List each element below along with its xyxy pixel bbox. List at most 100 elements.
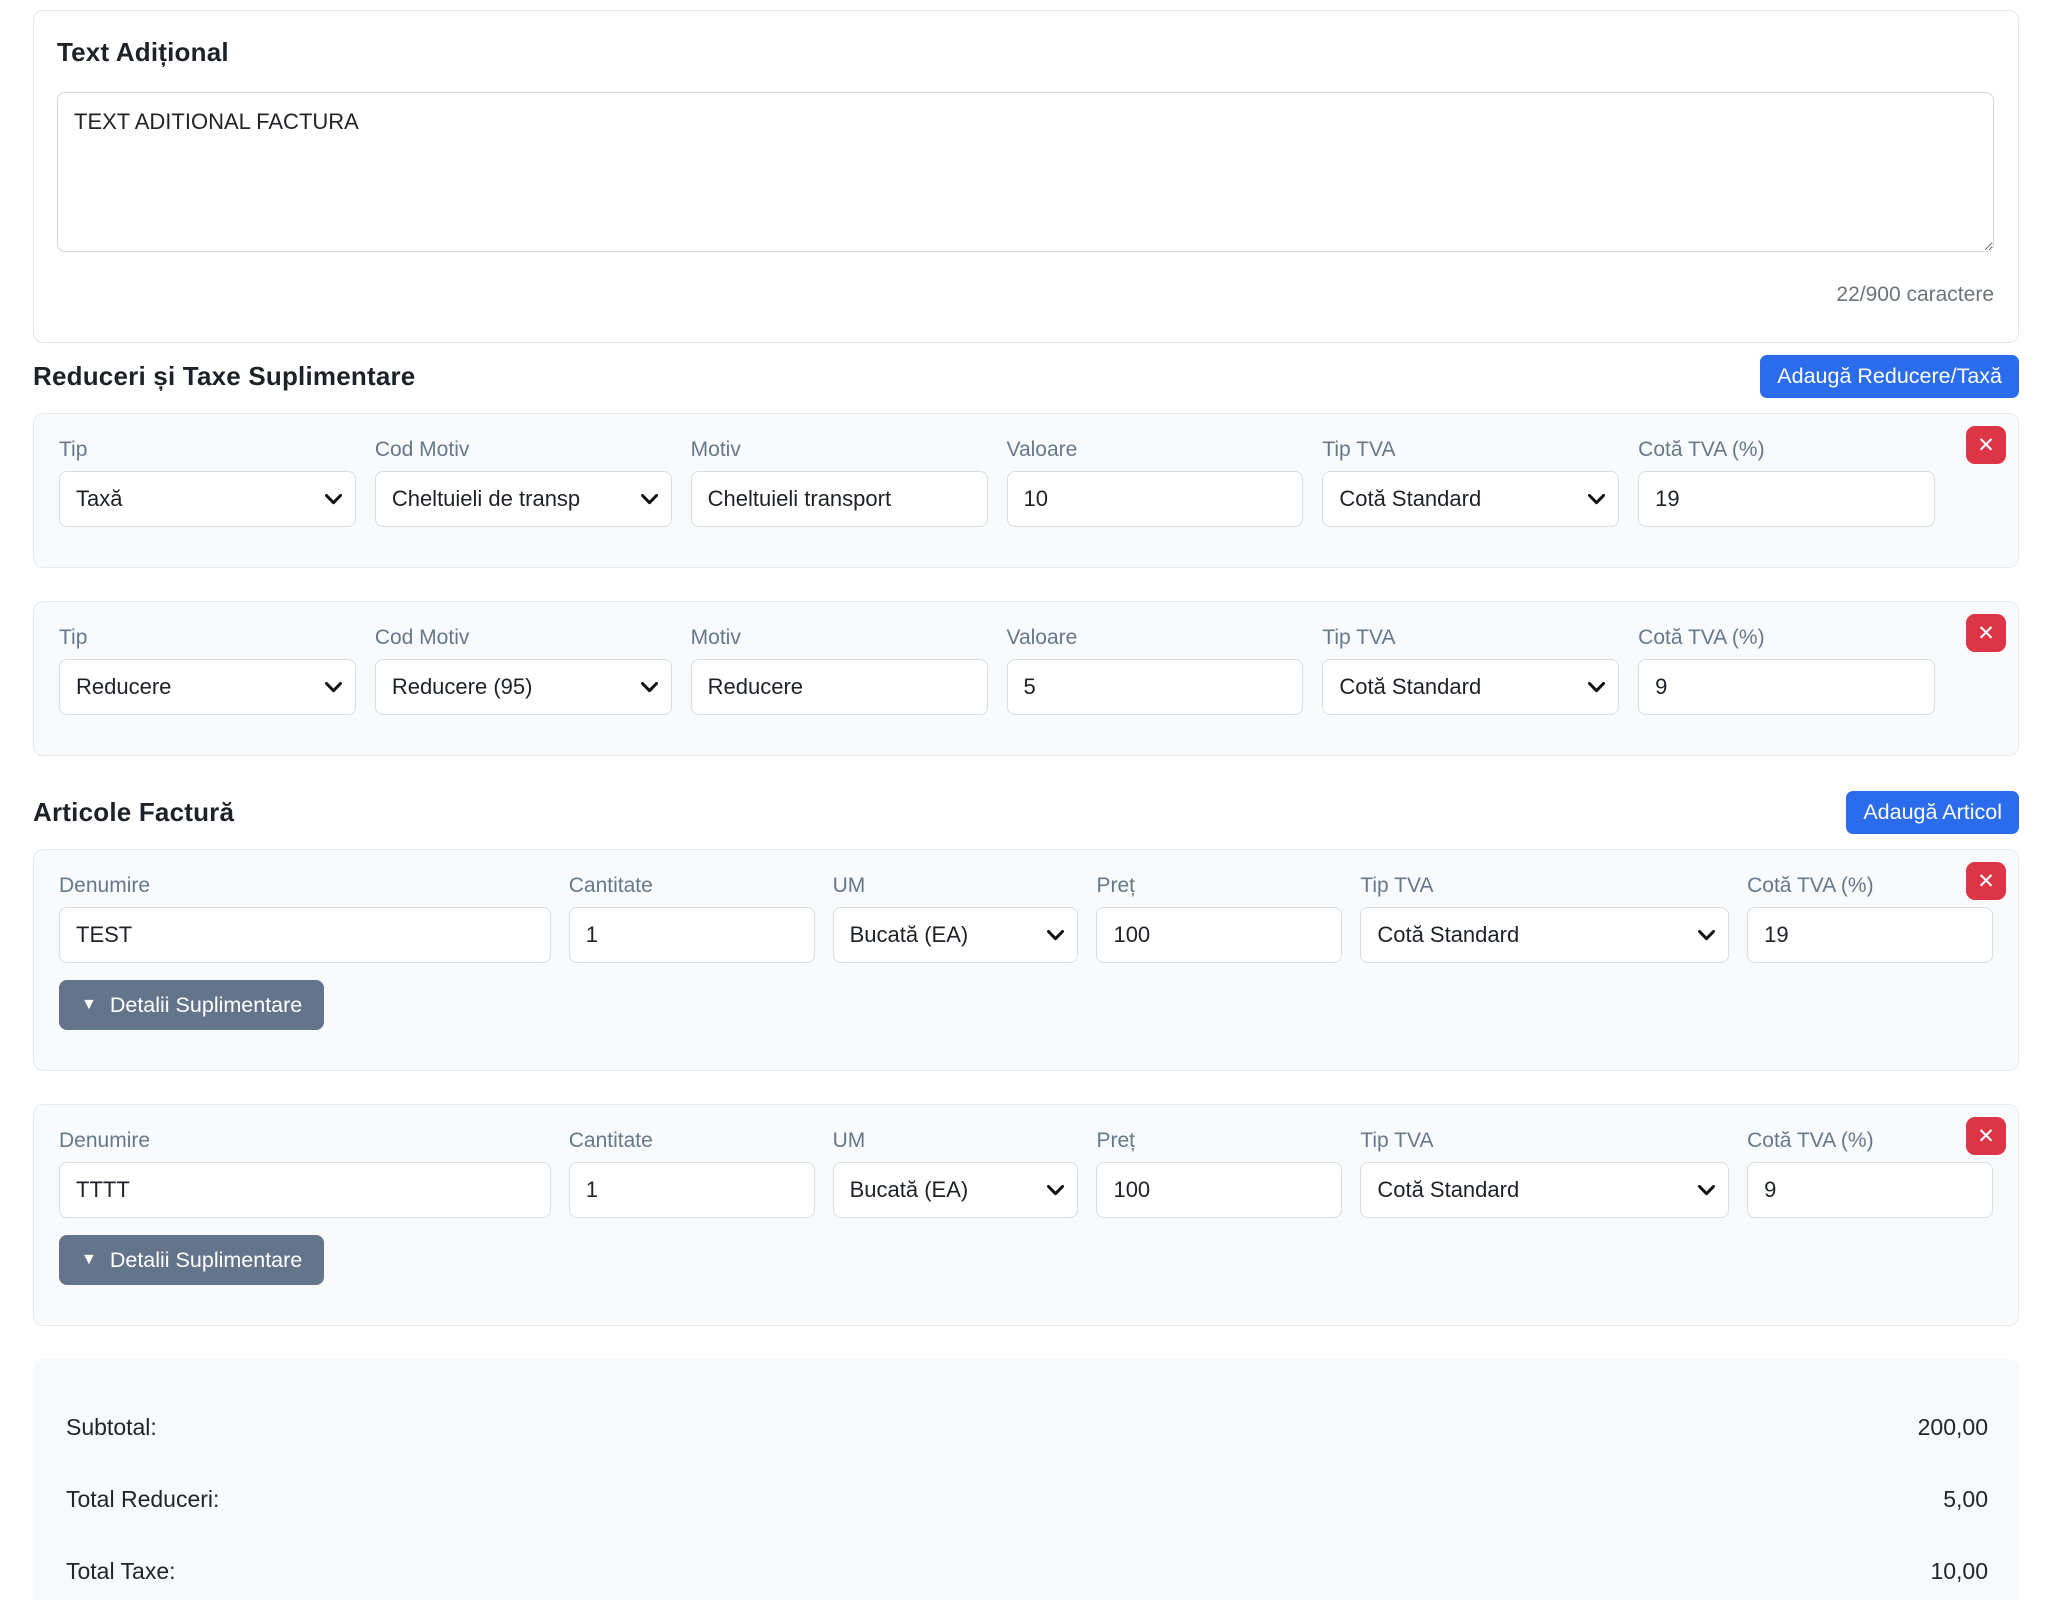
um-field: UM Bucată (EA)	[833, 1129, 1079, 1218]
cod-motiv-field: Cod Motiv Reducere (95)	[375, 626, 672, 715]
tip-tva-field: Tip TVA Cotă Standard	[1322, 626, 1619, 715]
subtotal-value: 200,00	[1918, 1414, 1988, 1441]
articole-section-header: Articole Factură Adaugă Articol	[33, 789, 2019, 835]
detalii-suplimentare-label: Detalii Suplimentare	[110, 1248, 302, 1273]
pret-label: Preț	[1096, 874, 1342, 898]
chevron-down-icon	[1698, 930, 1715, 941]
reduceri-title: Reduceri și Taxe Suplimentare	[33, 361, 415, 392]
total-reduceri-value: 5,00	[1943, 1486, 1988, 1513]
cota-tva-label: Cotă TVA (%)	[1638, 438, 1935, 462]
articol-row: ✕ Denumire Cantitate UM Bucată (EA) Preț	[33, 1104, 2019, 1326]
tip-tva-select[interactable]: Cotă Standard	[1360, 907, 1729, 963]
denumire-label: Denumire	[59, 1129, 551, 1153]
total-reduceri-row: Total Reduceri: 5,00	[66, 1486, 1988, 1513]
denumire-field: Denumire	[59, 874, 551, 963]
valoare-field: Valoare	[1007, 438, 1304, 527]
caret-down-icon: ▼	[81, 996, 97, 1014]
valoare-input[interactable]	[1007, 471, 1304, 527]
cantitate-label: Cantitate	[569, 874, 815, 898]
tip-tva-field: Tip TVA Cotă Standard	[1360, 1129, 1729, 1218]
add-reducere-taxa-button[interactable]: Adaugă Reducere/Taxă	[1760, 355, 2019, 398]
um-label: UM	[833, 1129, 1079, 1153]
cota-tva-input[interactable]	[1747, 1162, 1993, 1218]
um-select[interactable]: Bucată (EA)	[833, 1162, 1079, 1218]
chevron-down-icon	[1047, 930, 1064, 941]
char-counter: 22/900 caractere	[57, 283, 1994, 307]
reducere-fields: Tip Taxă Cod Motiv Cheltuieli de transp …	[59, 438, 1993, 527]
detalii-suplimentare-button[interactable]: ▼ Detalii Suplimentare	[59, 980, 324, 1030]
tip-tva-select[interactable]: Cotă Standard	[1322, 471, 1619, 527]
valoare-input[interactable]	[1007, 659, 1304, 715]
um-select[interactable]: Bucată (EA)	[833, 907, 1079, 963]
detalii-suplimentare-button[interactable]: ▼ Detalii Suplimentare	[59, 1235, 324, 1285]
tip-field: Tip Taxă	[59, 438, 356, 527]
close-icon[interactable]: ✕	[1966, 862, 2006, 900]
chevron-down-icon	[1588, 494, 1605, 505]
pret-input[interactable]	[1096, 907, 1342, 963]
cota-tva-label: Cotă TVA (%)	[1638, 626, 1935, 650]
tip-tva-label: Tip TVA	[1360, 1129, 1729, 1153]
caret-down-icon: ▼	[81, 1251, 97, 1269]
valoare-label: Valoare	[1007, 438, 1304, 462]
motiv-input[interactable]	[691, 659, 988, 715]
um-label: UM	[833, 874, 1079, 898]
cota-tva-label: Cotă TVA (%)	[1747, 1129, 1993, 1153]
pret-label: Preț	[1096, 1129, 1342, 1153]
articol-fields: Denumire Cantitate UM Bucată (EA) Preț T…	[59, 1129, 1993, 1218]
cod-motiv-field: Cod Motiv Cheltuieli de transp	[375, 438, 672, 527]
total-reduceri-label: Total Reduceri:	[66, 1486, 219, 1513]
close-icon[interactable]: ✕	[1966, 426, 2006, 464]
cantitate-field: Cantitate	[569, 1129, 815, 1218]
tip-field: Tip Reducere	[59, 626, 356, 715]
cantitate-input[interactable]	[569, 907, 815, 963]
pret-field: Preț	[1096, 874, 1342, 963]
cantitate-input[interactable]	[569, 1162, 815, 1218]
reducere-row: ✕ Tip Taxă Cod Motiv Cheltuieli de trans…	[33, 413, 2019, 568]
motiv-input[interactable]	[691, 471, 988, 527]
cota-tva-input[interactable]	[1747, 907, 1993, 963]
close-icon[interactable]: ✕	[1966, 614, 2006, 652]
additional-text-title: Text Adițional	[57, 37, 1994, 68]
cod-motiv-select[interactable]: Cheltuieli de transp	[375, 471, 672, 527]
total-taxe-row: Total Taxe: 10,00	[66, 1558, 1988, 1585]
valoare-label: Valoare	[1007, 626, 1304, 650]
chevron-down-icon	[641, 682, 658, 693]
tip-label: Tip	[59, 438, 356, 462]
motiv-label: Motiv	[691, 626, 988, 650]
pret-input[interactable]	[1096, 1162, 1342, 1218]
tip-select[interactable]: Taxă	[59, 471, 356, 527]
tip-tva-select[interactable]: Cotă Standard	[1322, 659, 1619, 715]
motiv-field: Motiv	[691, 438, 988, 527]
cod-motiv-label: Cod Motiv	[375, 438, 672, 462]
reduceri-section-header: Reduceri și Taxe Suplimentare Adaugă Red…	[33, 353, 2019, 399]
articol-fields: Denumire Cantitate UM Bucată (EA) Preț T…	[59, 874, 1993, 963]
reducere-row: ✕ Tip Reducere Cod Motiv Reducere (95) M…	[33, 601, 2019, 756]
articole-title: Articole Factură	[33, 797, 234, 828]
tip-tva-label: Tip TVA	[1322, 438, 1619, 462]
add-articol-button[interactable]: Adaugă Articol	[1846, 791, 2019, 834]
chevron-down-icon	[325, 494, 342, 505]
additional-text-card: Text Adițional TEXT ADITIONAL FACTURA 22…	[33, 10, 2019, 343]
close-icon[interactable]: ✕	[1966, 1117, 2006, 1155]
additional-text-input[interactable]: TEXT ADITIONAL FACTURA	[57, 92, 1994, 252]
subtotal-label: Subtotal:	[66, 1414, 157, 1441]
denumire-input[interactable]	[59, 1162, 551, 1218]
chevron-down-icon	[641, 494, 658, 505]
tip-tva-field: Tip TVA Cotă Standard	[1360, 874, 1729, 963]
denumire-field: Denumire	[59, 1129, 551, 1218]
detalii-suplimentare-label: Detalii Suplimentare	[110, 993, 302, 1018]
valoare-field: Valoare	[1007, 626, 1304, 715]
invoice-form-page: Text Adițional TEXT ADITIONAL FACTURA 22…	[0, 0, 2056, 1600]
denumire-input[interactable]	[59, 907, 551, 963]
cota-tva-input[interactable]	[1638, 471, 1935, 527]
tip-tva-field: Tip TVA Cotă Standard	[1322, 438, 1619, 527]
tip-select[interactable]: Reducere	[59, 659, 356, 715]
denumire-label: Denumire	[59, 874, 551, 898]
chevron-down-icon	[1588, 682, 1605, 693]
cota-tva-field: Cotă TVA (%)	[1638, 438, 1935, 527]
cota-tva-input[interactable]	[1638, 659, 1935, 715]
pret-field: Preț	[1096, 1129, 1342, 1218]
chevron-down-icon	[325, 682, 342, 693]
tip-tva-select[interactable]: Cotă Standard	[1360, 1162, 1729, 1218]
cod-motiv-select[interactable]: Reducere (95)	[375, 659, 672, 715]
